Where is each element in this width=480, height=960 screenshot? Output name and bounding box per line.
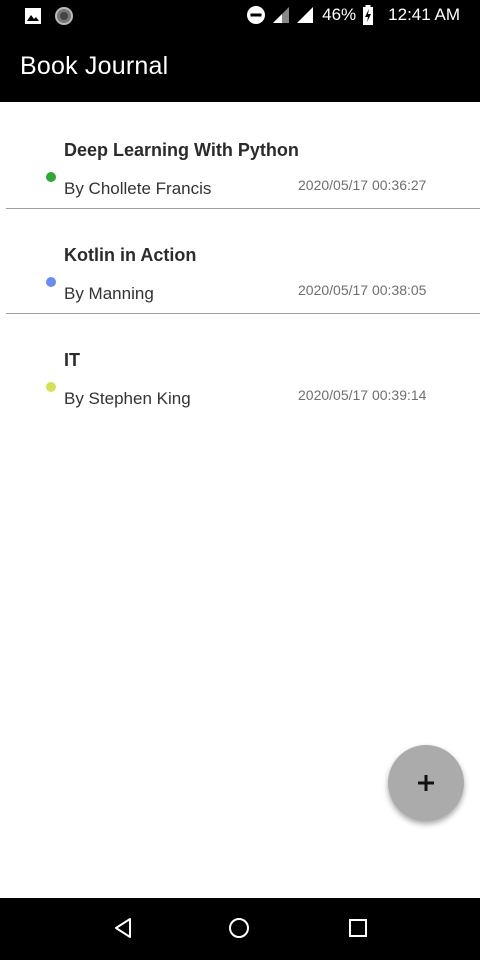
back-icon[interactable] — [112, 917, 134, 939]
book-color-dot — [46, 172, 56, 182]
app-bar: Book Journal — [0, 33, 480, 102]
book-date: 2020/05/17 00:39:14 — [298, 387, 427, 403]
signal-icon — [297, 7, 314, 23]
battery-charging-icon — [363, 5, 374, 25]
app-title: Book Journal — [20, 52, 169, 80]
book-author: By Chollete Francis — [64, 179, 212, 198]
add-book-button[interactable] — [388, 745, 464, 821]
book-author: By Stephen King — [64, 389, 191, 408]
status-bar: 46% 12:41 AM — [0, 0, 480, 33]
clock: 12:41 AM — [388, 5, 460, 24]
book-color-dot — [46, 382, 56, 392]
book-title: IT — [64, 350, 80, 370]
navigation-bar — [0, 898, 480, 960]
book-date: 2020/05/17 00:36:27 — [298, 177, 427, 193]
status-left-icons — [24, 6, 74, 26]
book-date: 2020/05/17 00:38:05 — [298, 282, 427, 298]
book-list: Deep Learning With Python By Chollete Fr… — [0, 104, 480, 418]
gallery-icon — [25, 8, 41, 24]
plus-icon — [418, 775, 434, 791]
signal-icon — [273, 7, 290, 23]
book-list-item[interactable]: Kotlin in Action By Manning 2020/05/17 0… — [6, 209, 480, 314]
book-author: By Manning — [64, 284, 154, 303]
recents-icon[interactable] — [347, 917, 369, 939]
book-list-item[interactable]: IT By Stephen King 2020/05/17 00:39:14 — [6, 314, 480, 418]
book-color-dot — [46, 277, 56, 287]
dnd-icon — [247, 6, 266, 24]
book-list-item[interactable]: Deep Learning With Python By Chollete Fr… — [6, 104, 480, 209]
status-right: 46% 12:41 AM — [246, 5, 460, 25]
home-icon[interactable] — [228, 917, 250, 939]
book-title: Kotlin in Action — [64, 245, 197, 265]
battery-percent: 46% — [322, 5, 357, 24]
book-title: Deep Learning With Python — [64, 140, 299, 160]
app-icon — [55, 7, 73, 25]
